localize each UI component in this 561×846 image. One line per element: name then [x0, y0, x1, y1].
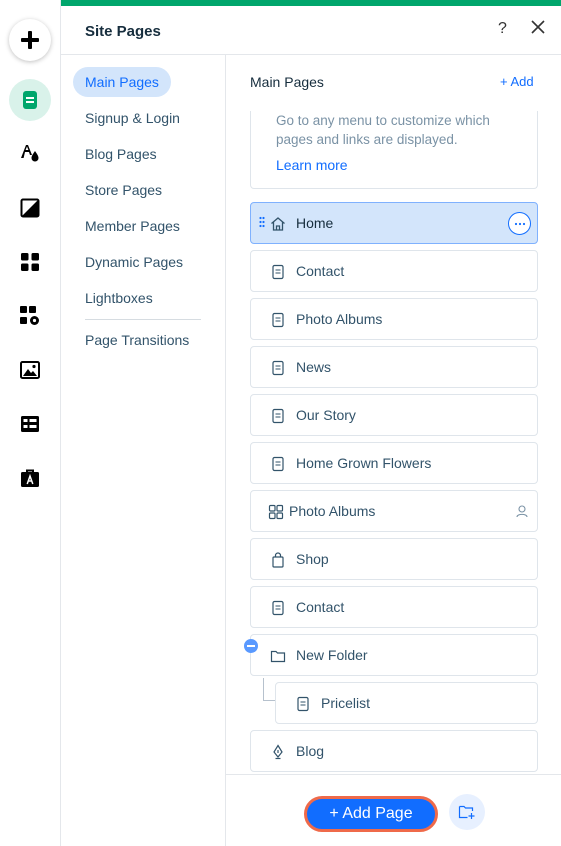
- learn-more-link[interactable]: Learn more: [276, 157, 348, 173]
- page-icon: [272, 408, 284, 424]
- folder-icon: [270, 650, 286, 663]
- page-label: Home: [296, 215, 334, 231]
- folder-item-new-folder[interactable]: New Folder: [244, 634, 538, 676]
- page-item-photo-albums[interactable]: Photo Albums: [250, 298, 538, 340]
- shopping-bag-icon: [272, 552, 284, 568]
- pages-list-panel: Main Pages + Add Go to any menu to custo…: [226, 55, 561, 846]
- page-item-home[interactable]: Home: [250, 202, 538, 244]
- page-label: Photo Albums: [296, 311, 383, 327]
- more-icon: [514, 222, 525, 225]
- home-icon: [271, 217, 285, 231]
- page-icon: [272, 360, 284, 376]
- category-lightboxes[interactable]: Lightboxes: [73, 283, 165, 313]
- category-main-pages[interactable]: Main Pages: [73, 67, 171, 97]
- page-icon: [272, 600, 284, 616]
- add-page-button[interactable]: + Add Page: [304, 796, 438, 832]
- tree-connector: [263, 700, 275, 701]
- page-label: Blog: [296, 743, 325, 759]
- section-title: Main Pages: [250, 74, 324, 90]
- category-dynamic-pages[interactable]: Dynamic Pages: [73, 247, 195, 277]
- category-store-pages[interactable]: Store Pages: [73, 175, 174, 205]
- page-item-pricelist[interactable]: Pricelist: [275, 682, 538, 724]
- page-label: Pricelist: [321, 695, 371, 711]
- tree-connector: [263, 678, 264, 700]
- panel-header: Site Pages ?: [61, 6, 561, 55]
- pen-icon: [273, 744, 283, 760]
- add-folder-icon: [458, 805, 475, 819]
- app-page-icon: [268, 504, 284, 520]
- plus-icon: [21, 31, 39, 49]
- portfolio-button[interactable]: [19, 467, 41, 489]
- background-button[interactable]: [19, 197, 41, 219]
- help-button[interactable]: ?: [498, 20, 507, 38]
- page-item-our-story[interactable]: Our Story: [250, 394, 538, 436]
- info-text: Go to any menu to customize which pages …: [276, 113, 490, 147]
- apps-grid-icon: [21, 253, 39, 271]
- panel-title: Site Pages: [85, 23, 161, 40]
- app-market-button[interactable]: [19, 251, 41, 273]
- category-blog-pages[interactable]: Blog Pages: [73, 139, 169, 169]
- business-tools-button[interactable]: [19, 305, 41, 327]
- add-elements-button[interactable]: [9, 19, 51, 61]
- page-icon: [272, 264, 284, 280]
- business-tools-icon: [20, 306, 39, 325]
- cms-button[interactable]: [19, 413, 41, 435]
- page-item-news[interactable]: News: [250, 346, 538, 388]
- page-item-blog[interactable]: Blog: [250, 730, 538, 772]
- page-label: New Folder: [296, 647, 368, 663]
- site-design-button[interactable]: [19, 142, 41, 164]
- page-item-photo-albums-app[interactable]: Photo Albums: [250, 490, 538, 532]
- page-label: Photo Albums: [289, 503, 376, 519]
- page-categories: Main Pages Signup & Login Blog Pages Sto…: [61, 55, 226, 846]
- members-only-icon: [516, 505, 528, 518]
- media-button[interactable]: [19, 359, 41, 381]
- left-toolbar: [0, 0, 61, 846]
- add-folder-button[interactable]: [449, 794, 485, 830]
- drag-handle-icon[interactable]: [259, 216, 265, 230]
- page-icon: [272, 312, 284, 328]
- briefcase-icon: [21, 469, 39, 487]
- info-box: Go to any menu to customize which pages …: [250, 111, 538, 189]
- page-icon: [23, 91, 37, 109]
- pages-menu-button[interactable]: [9, 79, 51, 121]
- page-label: News: [296, 359, 332, 375]
- page-label: Contact: [296, 263, 345, 279]
- category-signup-login[interactable]: Signup & Login: [73, 103, 192, 133]
- category-member-pages[interactable]: Member Pages: [73, 211, 192, 241]
- page-label: Our Story: [296, 407, 356, 423]
- page-label: Home Grown Flowers: [296, 455, 432, 471]
- page-label: Contact: [296, 599, 345, 615]
- page-icon: [272, 456, 284, 472]
- image-icon: [20, 361, 40, 379]
- page-item-contact-2[interactable]: Contact: [250, 586, 538, 628]
- category-divider: [85, 319, 201, 320]
- background-icon: [20, 198, 40, 218]
- page-item-home-grown-flowers[interactable]: Home Grown Flowers: [250, 442, 538, 484]
- page-label: Shop: [296, 551, 329, 567]
- more-actions-button[interactable]: [508, 212, 531, 235]
- panel-footer: + Add Page: [226, 774, 561, 846]
- add-link[interactable]: + Add: [500, 74, 534, 89]
- collapse-folder-button[interactable]: [244, 639, 258, 653]
- close-icon[interactable]: [529, 18, 547, 36]
- text-drop-icon: [21, 145, 39, 162]
- page-icon: [297, 696, 309, 712]
- table-icon: [21, 416, 39, 432]
- page-item-shop[interactable]: Shop: [250, 538, 538, 580]
- category-page-transitions[interactable]: Page Transitions: [73, 325, 201, 355]
- page-item-contact[interactable]: Contact: [250, 250, 538, 292]
